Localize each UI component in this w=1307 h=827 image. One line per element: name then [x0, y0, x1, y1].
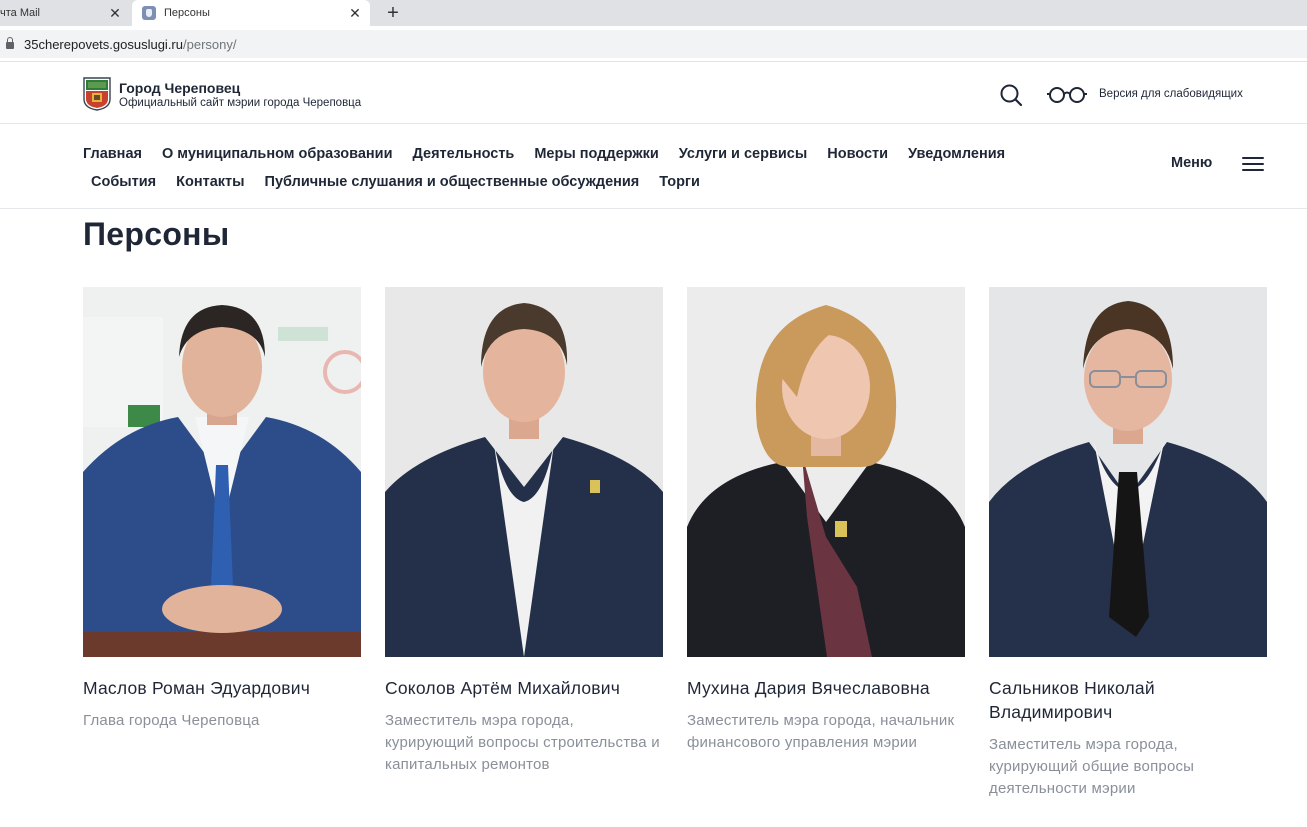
person-photo[interactable]	[385, 287, 663, 657]
accessibility-version-link[interactable]: Версия для слабовидящих	[1099, 88, 1243, 100]
gosuslugi-favicon-icon	[142, 6, 156, 20]
person-card[interactable]: Мухина Дария Вячеславовна Заместитель мэ…	[687, 287, 965, 800]
person-role: Заместитель мэра города, начальник финан…	[687, 712, 955, 751]
new-tab-button[interactable]: +	[380, 0, 406, 26]
address-bar: 35cherepovets.gosuslugi.ru/persony/	[0, 26, 1307, 62]
nav-item-notifications[interactable]: Уведомления	[908, 146, 1005, 162]
url-host: 35cherepovets.gosuslugi.ru	[24, 36, 183, 52]
person-card[interactable]: Соколов Артём Михайлович Заместитель мэр…	[385, 287, 663, 800]
site-header: Город Череповец Официальный сайт мэрии г…	[0, 63, 1307, 124]
nav-item-services[interactable]: Услуги и сервисы	[679, 146, 807, 162]
person-photo[interactable]	[989, 287, 1267, 657]
search-icon[interactable]	[998, 82, 1024, 108]
browser-tab-bar: чта Mail ✕ Персоны ✕ +	[0, 0, 1307, 26]
nav-item-municipal[interactable]: О муниципальном образовании	[162, 146, 393, 162]
browser-tab-mail[interactable]: чта Mail ✕	[0, 0, 130, 26]
main-navigation: Главная О муниципальном образовании Деят…	[0, 124, 1307, 209]
city-coat-of-arms-icon[interactable]	[83, 77, 111, 111]
page-title: Персоны	[83, 216, 230, 252]
person-name[interactable]: Мухина Дария Вячеславовна	[687, 676, 965, 700]
nav-item-events[interactable]: События	[91, 174, 156, 190]
glasses-icon[interactable]	[1046, 85, 1088, 105]
person-role: Заместитель мэра города, курирующий общи…	[989, 736, 1195, 797]
nav-item-news[interactable]: Новости	[827, 146, 888, 162]
person-name[interactable]: Маслов Роман Эдуардович	[83, 676, 361, 700]
nav-row-1: Главная О муниципальном образовании Деят…	[83, 146, 1025, 162]
site-subtitle: Официальный сайт мэрии города Череповца	[119, 97, 362, 109]
person-card[interactable]: Сальников Николай Владимирович Заместите…	[989, 287, 1267, 800]
nav-item-contacts[interactable]: Контакты	[176, 174, 244, 190]
url-path: /persony/	[183, 36, 237, 52]
url-field[interactable]: 35cherepovets.gosuslugi.ru/persony/	[0, 30, 1307, 58]
site-title[interactable]: Город Череповец	[119, 80, 240, 96]
hamburger-menu-icon[interactable]	[1242, 156, 1264, 172]
person-photo[interactable]	[83, 287, 361, 657]
nav-item-tenders[interactable]: Торги	[659, 174, 700, 190]
person-name[interactable]: Сальников Николай Владимирович	[989, 676, 1267, 724]
nav-item-support[interactable]: Меры поддержки	[534, 146, 658, 162]
menu-button-label[interactable]: Меню	[1171, 155, 1212, 171]
person-role: Глава города Череповца	[83, 712, 260, 729]
person-photo[interactable]	[687, 287, 965, 657]
close-tab-icon[interactable]: ✕	[346, 5, 364, 22]
tab-title: чта Mail	[0, 7, 40, 19]
person-role: Заместитель мэра города, курирующий вопр…	[385, 712, 660, 773]
tab-title: Персоны	[164, 7, 210, 19]
person-card[interactable]: Маслов Роман Эдуардович Глава города Чер…	[83, 287, 361, 800]
nav-item-activity[interactable]: Деятельность	[413, 146, 515, 162]
close-tab-icon[interactable]: ✕	[106, 5, 124, 22]
lock-icon	[6, 37, 14, 49]
persons-grid: Маслов Роман Эдуардович Глава города Чер…	[83, 287, 1267, 800]
person-name[interactable]: Соколов Артём Михайлович	[385, 676, 663, 700]
nav-item-public-hearings[interactable]: Публичные слушания и общественные обсужд…	[265, 174, 640, 190]
browser-tab-persony[interactable]: Персоны ✕	[132, 0, 370, 26]
nav-item-glavnaya[interactable]: Главная	[83, 146, 142, 162]
nav-row-2: События Контакты Публичные слушания и об…	[91, 174, 720, 190]
